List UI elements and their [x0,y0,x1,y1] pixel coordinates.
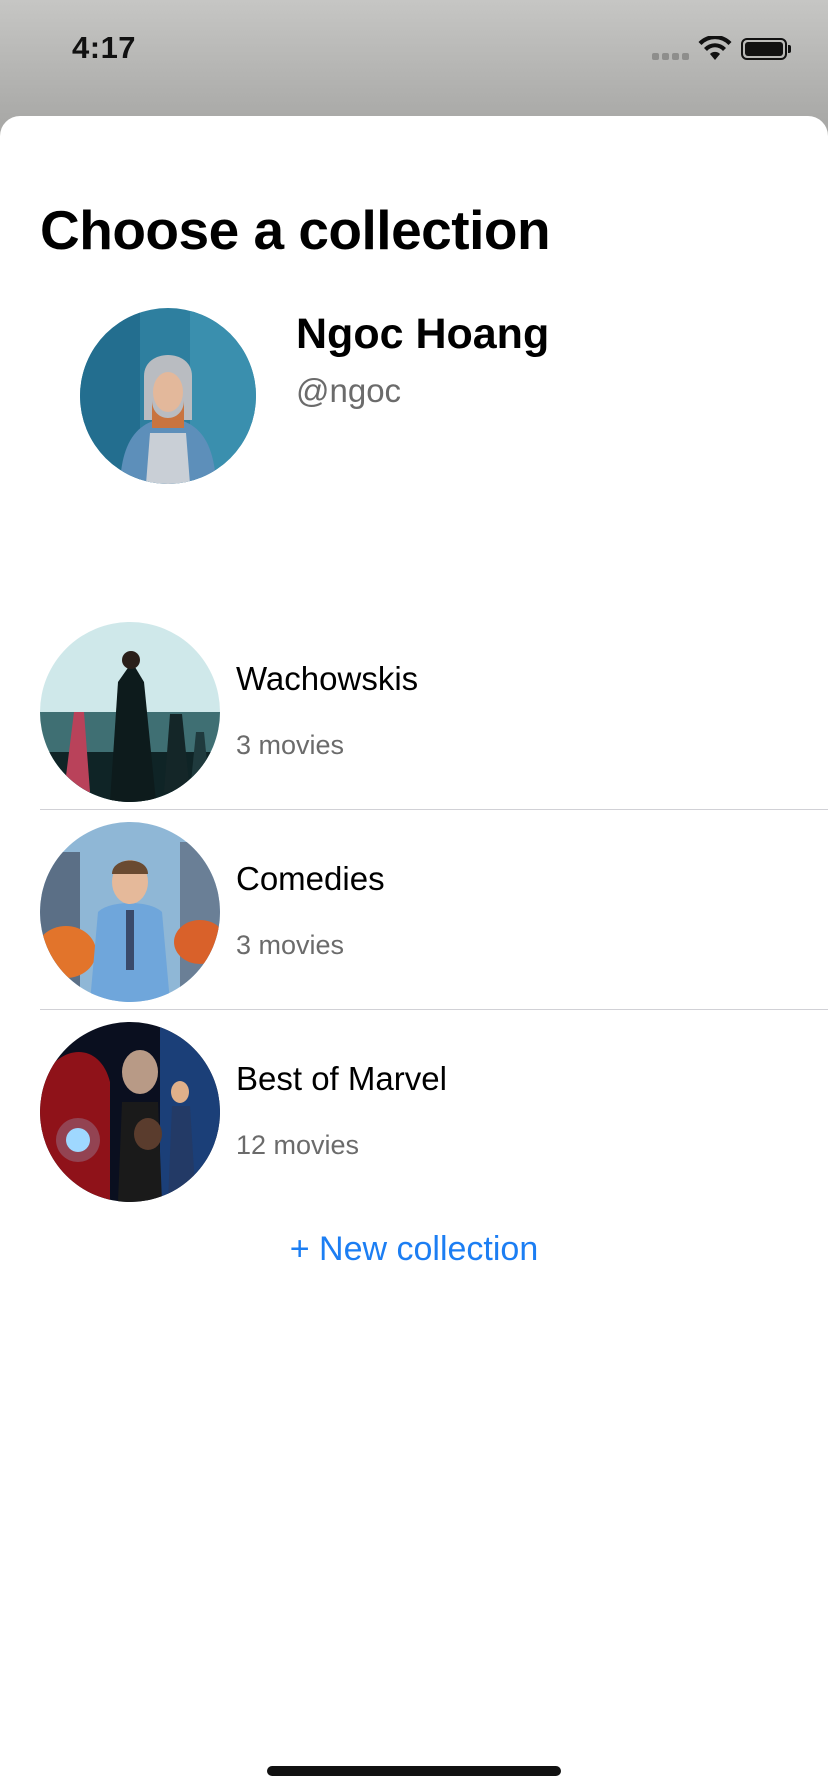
cellular-signal-icon [652,53,689,60]
collection-name: Wachowskis [236,660,419,697]
collection-count: 12 movies [236,1130,360,1160]
free-guy-poster-icon [40,822,220,1002]
row-divider [40,1009,828,1010]
collection-row-comedies[interactable]: Comedies 3 movies [0,820,828,1020]
collection-row-best-of-marvel[interactable]: Best of Marvel 12 movies [0,1020,828,1220]
profile-handle: @ngoc [296,372,402,409]
home-indicator[interactable] [267,1766,561,1776]
battery-icon [741,38,791,60]
matrix-poster-icon [40,622,220,802]
collection-name: Comedies [236,860,385,897]
collection-row-wachowskis[interactable]: Wachowskis 3 movies [0,620,828,820]
wifi-icon [698,36,732,60]
collection-sheet: Choose a collection Ngoc Hoang @ngoc Wac… [0,116,828,1792]
status-time: 4:17 [72,30,137,65]
profile-name: Ngoc Hoang [296,310,550,358]
collection-name: Best of Marvel [236,1060,447,1097]
sheet-title: Choose a collection [40,199,551,261]
collection-count: 3 movies [236,730,345,760]
collection-count: 3 movies [236,930,345,960]
marvel-poster-icon [40,1022,220,1202]
collection-list: Wachowskis 3 movies Comedies 3 movies Be… [0,620,828,1220]
row-divider [40,809,828,810]
status-bar: 4:17 [0,0,828,100]
profile-photo-icon [80,308,256,484]
profile-avatar [80,308,256,484]
new-collection-button[interactable]: + New collection [0,1230,828,1269]
